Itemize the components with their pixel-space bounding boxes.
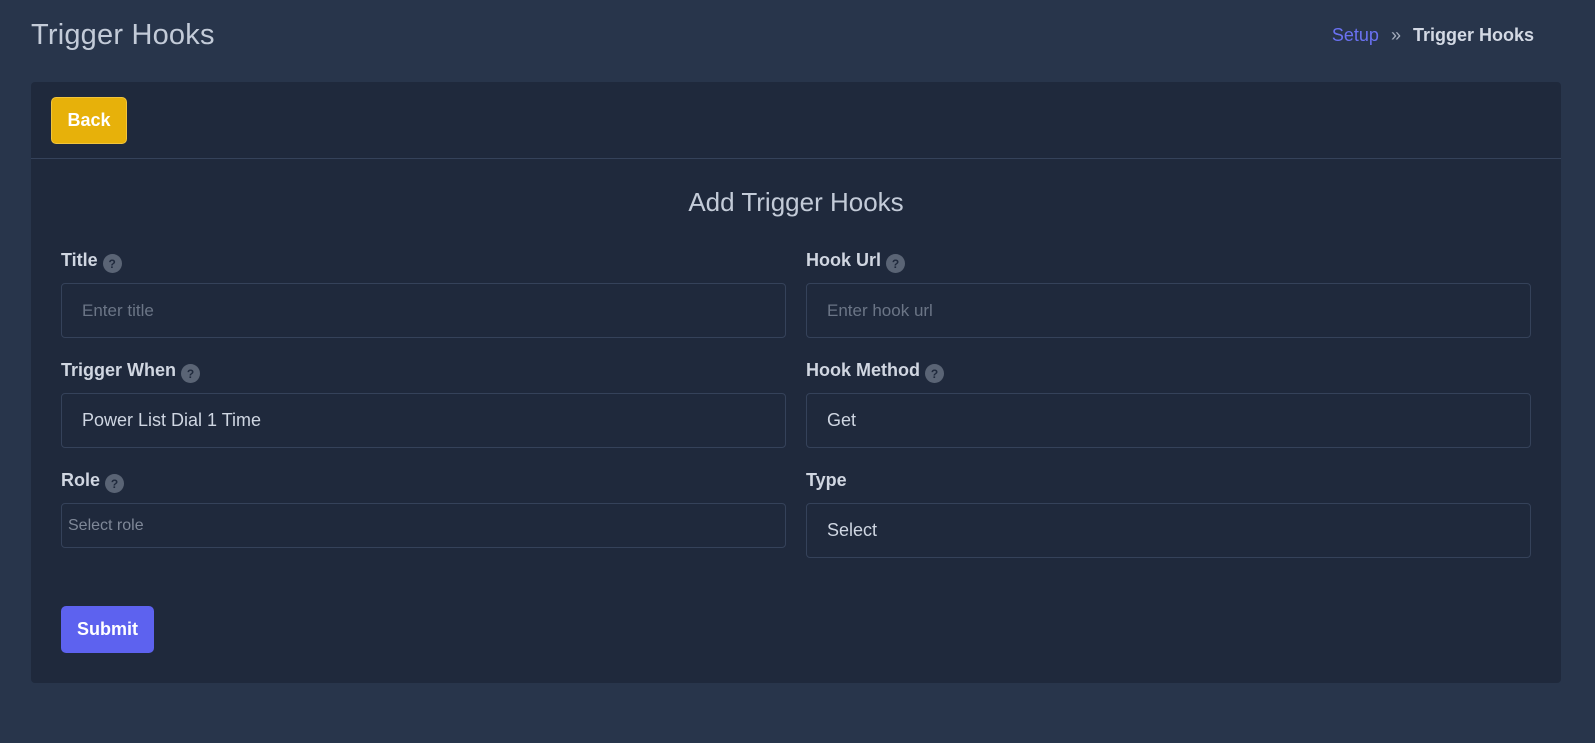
role-label: Role — [61, 470, 101, 490]
question-circle-icon[interactable]: ? — [925, 364, 944, 383]
role-select[interactable]: Select role — [61, 503, 786, 548]
breadcrumb-current: Trigger Hooks — [1412, 24, 1534, 45]
back-button[interactable]: Back — [51, 97, 127, 144]
page-title: Trigger Hooks — [31, 18, 215, 51]
form-heading: Add Trigger Hooks — [688, 187, 904, 217]
question-circle-icon[interactable]: ? — [886, 254, 906, 273]
question-circle-icon[interactable]: ? — [105, 474, 125, 493]
title-input[interactable] — [61, 283, 786, 338]
type-select[interactable]: Select — [806, 503, 1531, 558]
hook-method-label: Hook Method — [806, 360, 920, 380]
type-label: Type — [806, 470, 847, 490]
title-field-group: Title ? — [61, 245, 786, 338]
card-toolbar: Back — [31, 82, 1561, 159]
breadcrumb-link-setup[interactable]: Setup — [1332, 25, 1379, 46]
trigger-when-select[interactable]: Power List Dial 1 Time — [61, 393, 786, 448]
hook-url-label: Hook Url — [806, 250, 882, 270]
type-field-group: Type Select — [806, 465, 1531, 558]
trigger-when-label: Trigger When — [61, 360, 177, 380]
hook-method-field-group: Hook Method ? Get — [806, 355, 1531, 448]
question-circle-icon[interactable]: ? — [102, 254, 122, 273]
hook-url-input[interactable] — [806, 283, 1531, 338]
question-circle-icon[interactable]: ? — [181, 364, 201, 383]
hook-url-field-group: Hook Url ? — [806, 245, 1531, 338]
breadcrumb: Setup » Trigger Hooks — [1332, 25, 1534, 46]
trigger-when-field-group: Trigger When ? Power List Dial 1 Time — [61, 355, 786, 448]
double-chevron-right-icon: » — [1390, 25, 1401, 45]
page-header: Trigger Hooks Setup » Trigger Hooks — [31, 14, 1534, 56]
role-field-group: Role ? Select role — [61, 465, 786, 548]
hook-method-select[interactable]: Get — [806, 393, 1531, 448]
title-label: Title — [61, 250, 98, 270]
form-card: Back Add Trigger Hooks Title ? Hook Url … — [31, 82, 1561, 683]
submit-button[interactable]: Submit — [61, 606, 154, 653]
